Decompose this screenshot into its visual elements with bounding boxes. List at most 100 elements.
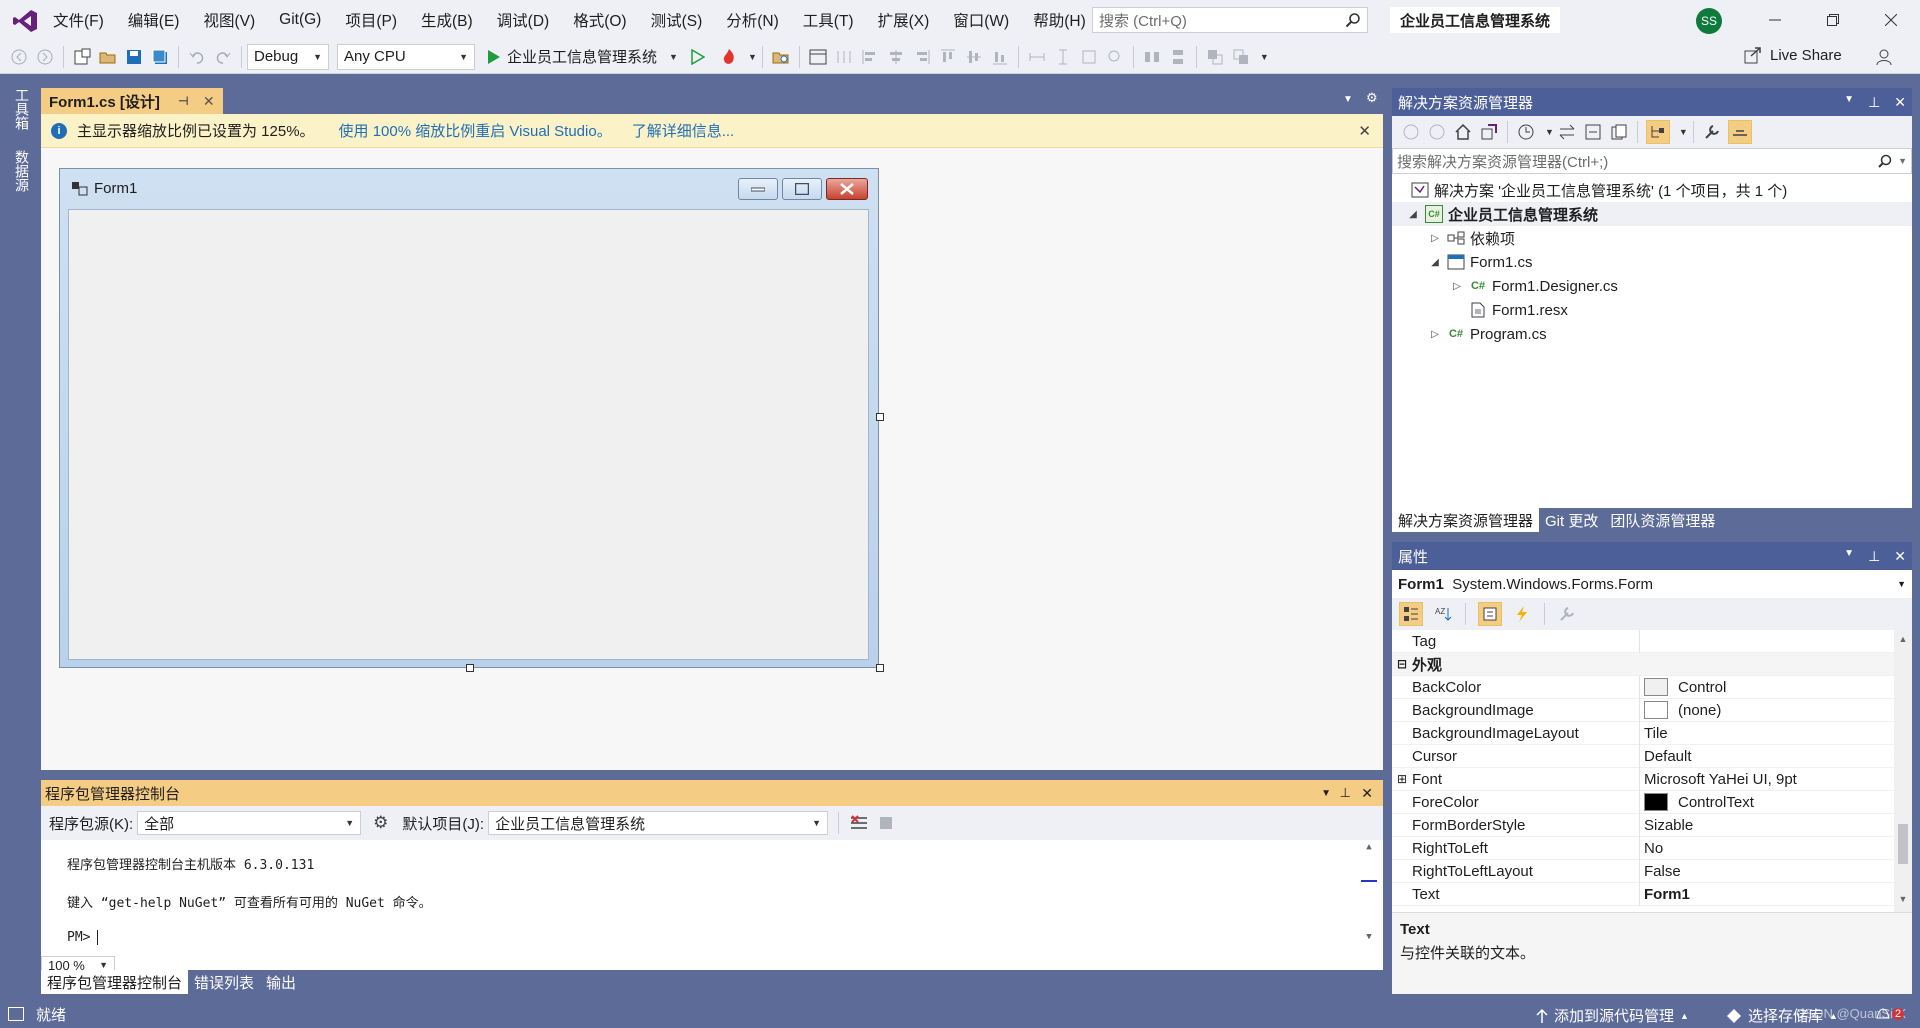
form1-preview[interactable]: Form1 [59,168,879,668]
property-grid-scrollbar[interactable]: ▲ ▼ [1894,630,1912,912]
resize-handle-corner[interactable] [876,664,884,672]
configuration-dropdown[interactable]: Debug ▼ [247,43,329,70]
property-pages-wrench-icon[interactable] [1557,604,1577,624]
home-icon[interactable] [1453,122,1473,142]
align-middles-icon[interactable] [964,47,984,67]
stop-icon[interactable] [880,817,893,829]
scroll-thumb[interactable] [1898,824,1908,864]
tree-form1[interactable]: ◢ Form1.cs [1392,250,1912,274]
add-to-source-control-button[interactable]: 添加到源代码管理 ▲ [1536,1005,1689,1026]
tab-git-changes[interactable]: Git 更改 [1539,508,1604,532]
align-grid-icon[interactable] [834,47,854,67]
bring-to-front-icon[interactable] [1205,47,1225,67]
tab-overflow-icon[interactable]: ▼ [1343,94,1353,105]
gear-icon[interactable]: ⚙ [1366,90,1378,106]
form1-client-area[interactable] [68,209,869,660]
pending-changes-icon[interactable] [1516,122,1536,142]
align-tops-icon[interactable] [938,47,958,67]
property-row-cursor[interactable]: Cursor Default [1392,744,1912,768]
tree-form1-designer[interactable]: ▷ C# Form1.Designer.cs [1392,274,1912,298]
learn-more-link[interactable]: 了解详细信息... [632,120,735,141]
close-icon[interactable]: ✕ [1361,785,1373,802]
menu-test[interactable]: 测试(S) [639,0,715,40]
alphabetical-icon[interactable]: AZ [1433,604,1453,624]
vertical-spacing-icon[interactable] [1168,47,1188,67]
property-row-font[interactable]: ⊞ Font Microsoft YaHei UI, 9pt [1392,767,1912,791]
make-same-size-icon[interactable] [1079,47,1099,67]
open-folder-icon[interactable] [98,47,118,67]
category-appearance[interactable]: ⊟ 外观 [1392,653,1912,676]
layout-icon[interactable] [808,47,828,67]
clear-console-icon[interactable] [850,815,868,831]
send-to-back-icon[interactable] [1231,47,1251,67]
resize-handle-right[interactable] [876,413,884,421]
make-same-width-icon[interactable] [1027,47,1047,67]
hot-reload-icon[interactable] [719,47,739,67]
search-box[interactable]: 搜索 (Ctrl+Q) [1092,7,1368,33]
align-rights-icon[interactable] [912,47,932,67]
back-icon[interactable] [1401,122,1421,142]
track-active-icon[interactable] [1645,120,1670,144]
menu-tools[interactable]: 工具(T) [791,0,866,40]
categorized-icon[interactable] [1399,602,1423,626]
gear-icon[interactable]: ⚙ [373,813,388,833]
events-lightning-icon[interactable] [1512,604,1532,624]
feedback-icon[interactable] [1875,47,1895,67]
save-icon[interactable] [124,47,144,67]
collapsed-arrow-icon[interactable]: ▷ [1428,233,1442,244]
save-all-icon[interactable] [150,47,170,67]
menu-view[interactable]: 视图(V) [191,0,267,40]
expanded-arrow-icon[interactable]: ◢ [1406,209,1420,220]
property-row-forecolor[interactable]: ForeColor ControlText [1392,790,1912,814]
avatar[interactable]: SS [1696,8,1722,34]
menu-analyze[interactable]: 分析(N) [714,0,791,40]
property-row-backcolor[interactable]: BackColor Control [1392,675,1912,699]
browse-folder-icon[interactable] [771,47,791,67]
form-close-button[interactable] [826,178,868,200]
chevron-down-icon[interactable]: ▼ [1844,94,1854,111]
start-without-debugging-icon[interactable] [688,47,708,67]
tree-dependencies[interactable]: ▷ 依赖项 [1392,226,1912,250]
back-icon[interactable] [9,47,29,67]
property-row-text[interactable]: Text Form1 [1392,882,1912,906]
package-source-dropdown[interactable]: 全部 ▼ [137,811,362,835]
minimize-button[interactable] [1746,0,1804,40]
menu-debug[interactable]: 调试(D) [485,0,562,40]
collapse-category-icon[interactable]: ⊟ [1392,657,1412,671]
tab-form1-designer[interactable]: Form1.cs [设计] ⊣ ✕ [41,88,223,114]
forward-icon[interactable] [35,47,55,67]
notifications-button[interactable]: 2 [1874,1006,1905,1022]
property-row-righttoleft[interactable]: RightToLeft No [1392,836,1912,860]
tab-error-list[interactable]: 错误列表 [188,970,260,994]
vertical-scrollbar[interactable]: ▲ ▼ [1361,842,1377,952]
horizontal-spacing-icon[interactable] [1142,47,1162,67]
align-lefts-icon[interactable] [860,47,880,67]
pin-icon[interactable]: ⊣ [178,94,189,108]
align-centers-icon[interactable] [886,47,906,67]
restart-100-link[interactable]: 使用 100% 缩放比例重启 Visual Studio。 [339,120,612,141]
close-infobar-icon[interactable]: ✕ [1358,122,1371,140]
pin-icon[interactable]: ⊥ [1868,548,1880,565]
expanded-arrow-icon[interactable]: ◢ [1428,257,1442,268]
property-row-formborderstyle[interactable]: FormBorderStyle Sizable [1392,813,1912,837]
resize-handle-bottom[interactable] [466,664,474,672]
tab-solution-explorer[interactable]: 解决方案资源管理器 [1392,508,1540,532]
tree-project[interactable]: ◢ C# 企业员工信息管理系统 [1392,202,1912,226]
property-row-backgroundimagelayout[interactable]: BackgroundImageLayout Tile [1392,721,1912,745]
tree-program[interactable]: ▷ C# Program.cs [1392,322,1912,346]
close-tab-icon[interactable]: ✕ [203,93,215,110]
show-all-files-icon[interactable] [1609,122,1629,142]
chevron-down-icon[interactable]: ▼ [1321,788,1331,799]
align-bottoms-icon[interactable] [990,47,1010,67]
close-icon[interactable]: ✕ [1894,548,1906,565]
default-project-dropdown[interactable]: 企业员工信息管理系统 ▼ [488,811,829,835]
menu-project[interactable]: 项目(P) [333,0,409,40]
pin-icon[interactable]: ⊥ [1340,785,1351,801]
pin-icon[interactable]: ⊥ [1868,94,1880,111]
property-row-righttoleftlayout[interactable]: RightToLeftLayout False [1392,859,1912,883]
form-minimize-button[interactable] [738,178,778,200]
form-maximize-button[interactable] [782,178,822,200]
properties-view-icon[interactable] [1478,602,1502,626]
tab-team-explorer[interactable]: 团队资源管理器 [1604,508,1721,532]
platform-dropdown[interactable]: Any CPU ▼ [337,43,475,70]
